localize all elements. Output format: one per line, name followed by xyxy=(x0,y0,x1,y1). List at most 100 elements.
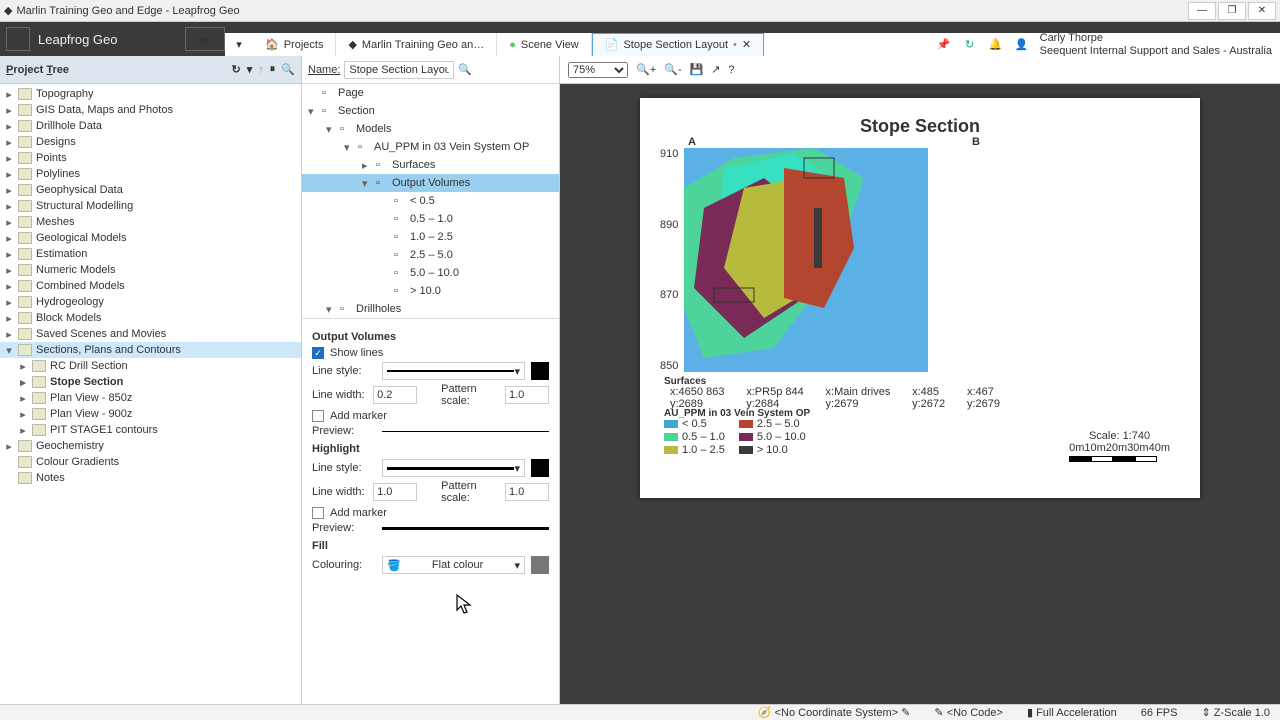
tree-item[interactable]: ▸Plan View - 850z xyxy=(0,390,301,406)
tree-item[interactable]: ▸Plan View - 900z xyxy=(0,406,301,422)
zoom-in-icon[interactable]: 🔍+ xyxy=(636,63,656,76)
layer-item[interactable]: ▫5.0 – 10.0 xyxy=(302,264,559,282)
tree-item[interactable]: ▸RC Drill Section xyxy=(0,358,301,374)
tree-item[interactable]: ▸Geological Models xyxy=(0,230,301,246)
search-icon[interactable]: 🔍 xyxy=(281,63,295,76)
line-width-input[interactable] xyxy=(373,386,417,404)
name-label: Name: xyxy=(308,64,340,76)
close-tab-icon[interactable]: ✕ xyxy=(742,38,751,51)
layout-panel: Name: 🔍 ▫Page▾▫Section▾▫Models▾▫AU_PPM i… xyxy=(302,56,560,704)
layer-item[interactable]: ▫Page xyxy=(302,84,559,102)
zoom-select[interactable]: 75% xyxy=(568,62,628,78)
tree-item[interactable]: ▸Combined Models xyxy=(0,278,301,294)
scale-block: Scale: 1:740 0m10m20m30m40m xyxy=(1069,430,1170,462)
project-tree-panel: Project Tree ↻ ▾ ↑ ⏸ 🔍 ▸Topography▸GIS D… xyxy=(0,56,302,704)
tree-item[interactable]: ▸Block Models xyxy=(0,310,301,326)
export-icon[interactable]: ↗ xyxy=(711,63,720,76)
layer-item[interactable]: ▾▫Drillholes xyxy=(302,300,559,318)
menu-icon[interactable]: ≡ xyxy=(6,27,30,51)
search-icon[interactable]: 🔍 xyxy=(458,63,472,76)
close-button[interactable]: ✕ xyxy=(1248,2,1276,20)
layer-item[interactable]: ▾▫Models xyxy=(302,120,559,138)
app-icon: ◆ xyxy=(4,4,12,17)
canvas-toolbar: 75% 🔍+ 🔍- 💾 ↗ ? xyxy=(560,56,1280,84)
pin-icon[interactable]: 📌 xyxy=(936,37,952,53)
preview-line xyxy=(382,431,549,432)
tree-item[interactable]: ▾Sections, Plans and Contours xyxy=(0,342,301,358)
tab-projects[interactable]: 🏠Projects xyxy=(253,33,336,57)
fill-header: Fill xyxy=(312,540,549,552)
tree-item[interactable]: ▸Topography xyxy=(0,86,301,102)
line-style-select[interactable]: ▾ xyxy=(382,362,525,380)
tree-item[interactable]: ▸Saved Scenes and Movies xyxy=(0,326,301,342)
user-meta: Carly ThorpeSeequent Internal Support an… xyxy=(1040,32,1272,56)
status-bar: 🧭 <No Coordinate System> ✎ ✎ <No Code> ▮… xyxy=(0,704,1280,720)
tree-item[interactable]: ▸Hydrogeology xyxy=(0,294,301,310)
colouring-select[interactable]: 🪣Flat colour▾ xyxy=(382,556,525,574)
tree-item[interactable]: ▸Stope Section xyxy=(0,374,301,390)
hl-add-marker-checkbox[interactable] xyxy=(312,507,324,519)
hl-pattern-scale-input[interactable] xyxy=(505,483,549,501)
tab-scene[interactable]: ●Scene View xyxy=(497,33,592,57)
tree-item[interactable]: Notes xyxy=(0,470,301,486)
layer-item[interactable]: ▫1.0 – 2.5 xyxy=(302,228,559,246)
layout-name-input[interactable] xyxy=(344,61,454,79)
tree-item[interactable]: ▸PIT STAGE1 contours xyxy=(0,422,301,438)
fill-color-swatch[interactable] xyxy=(531,556,549,574)
zoom-out-icon[interactable]: 🔍- xyxy=(664,63,681,76)
tree-item[interactable]: ▸Geophysical Data xyxy=(0,182,301,198)
tree-item[interactable]: ▸Drillhole Data xyxy=(0,118,301,134)
help-icon[interactable]: ? xyxy=(728,64,734,76)
layer-item[interactable]: ▫> 10.0 xyxy=(302,282,559,300)
layer-item[interactable]: ▾▫Output Volumes xyxy=(302,174,559,192)
tree-item[interactable]: ▸Points xyxy=(0,150,301,166)
show-lines-checkbox[interactable]: ✓ xyxy=(312,347,324,359)
bell-icon[interactable]: 🔔 xyxy=(988,37,1004,53)
pattern-scale-input[interactable] xyxy=(505,386,549,404)
tree-item[interactable]: Colour Gradients xyxy=(0,454,301,470)
layer-item[interactable]: ▫0.5 – 1.0 xyxy=(302,210,559,228)
tree-item[interactable]: ▸Geochemistry xyxy=(0,438,301,454)
pause-icon[interactable]: ⏸ xyxy=(270,63,276,76)
save-icon[interactable]: 💾 xyxy=(689,63,703,76)
up-icon[interactable]: ↑ xyxy=(258,64,264,76)
hl-line-width-input[interactable] xyxy=(373,483,417,501)
layer-item[interactable]: ▫< 0.5 xyxy=(302,192,559,210)
tree-item[interactable]: ▸Designs xyxy=(0,134,301,150)
section-page: Stope Section A B 910890870850 Surfaces xyxy=(640,98,1200,498)
project-tree[interactable]: ▸Topography▸GIS Data, Maps and Photos▸Dr… xyxy=(0,84,301,704)
layer-item[interactable]: ▫2.5 – 5.0 xyxy=(302,246,559,264)
layer-item[interactable]: ▾▫AU_PPM in 03 Vein System OP xyxy=(302,138,559,156)
props-title: Output Volumes xyxy=(312,331,549,343)
chevron-down-icon[interactable]: ▾ xyxy=(231,37,247,53)
user-icon[interactable]: 👤 xyxy=(1014,37,1030,53)
tree-item[interactable]: ▸Numeric Models xyxy=(0,262,301,278)
tree-item[interactable]: ▸GIS Data, Maps and Photos xyxy=(0,102,301,118)
layer-tree[interactable]: ▫Page▾▫Section▾▫Models▾▫AU_PPM in 03 Vei… xyxy=(302,84,559,319)
sync-icon[interactable]: ↻ xyxy=(962,37,978,53)
hl-line-style-select[interactable]: ▾ xyxy=(382,459,525,477)
dropdown-icon[interactable]: ▾ xyxy=(247,63,253,76)
minimize-button[interactable]: — xyxy=(1188,2,1216,20)
maximize-button[interactable]: ❐ xyxy=(1218,2,1246,20)
line-color-swatch[interactable] xyxy=(531,362,549,380)
zscale[interactable]: ⇕ Z-Scale 1.0 xyxy=(1201,706,1270,719)
coord-system: 🧭 <No Coordinate System> ✎ xyxy=(758,706,911,719)
layer-item[interactable]: ▸▫Surfaces xyxy=(302,156,559,174)
tab-file[interactable]: ◆Marlin Training Geo an… xyxy=(336,33,497,57)
window-title: Marlin Training Geo and Edge - Leapfrog … xyxy=(16,5,239,17)
hl-color-swatch[interactable] xyxy=(531,459,549,477)
code: ✎ <No Code> xyxy=(934,706,1003,719)
tab-layout[interactable]: 📄Stope Section Layout•✕ xyxy=(592,33,764,57)
refresh-icon[interactable]: ↻ xyxy=(232,63,241,76)
coord-row: x:4650 863y:2689x:PR5p 844y:2684x:Main d… xyxy=(670,386,1000,410)
tree-item[interactable]: ▸Meshes xyxy=(0,214,301,230)
tree-item[interactable]: ▸Polylines xyxy=(0,166,301,182)
y-axis-ticks: 910890870850 xyxy=(660,148,678,372)
play-button[interactable]: ▶ xyxy=(185,27,225,51)
fps: 66 FPS xyxy=(1141,707,1178,719)
layer-item[interactable]: ▾▫Section xyxy=(302,102,559,120)
tree-item[interactable]: ▸Estimation xyxy=(0,246,301,262)
tree-item[interactable]: ▸Structural Modelling xyxy=(0,198,301,214)
add-marker-checkbox[interactable] xyxy=(312,410,324,422)
